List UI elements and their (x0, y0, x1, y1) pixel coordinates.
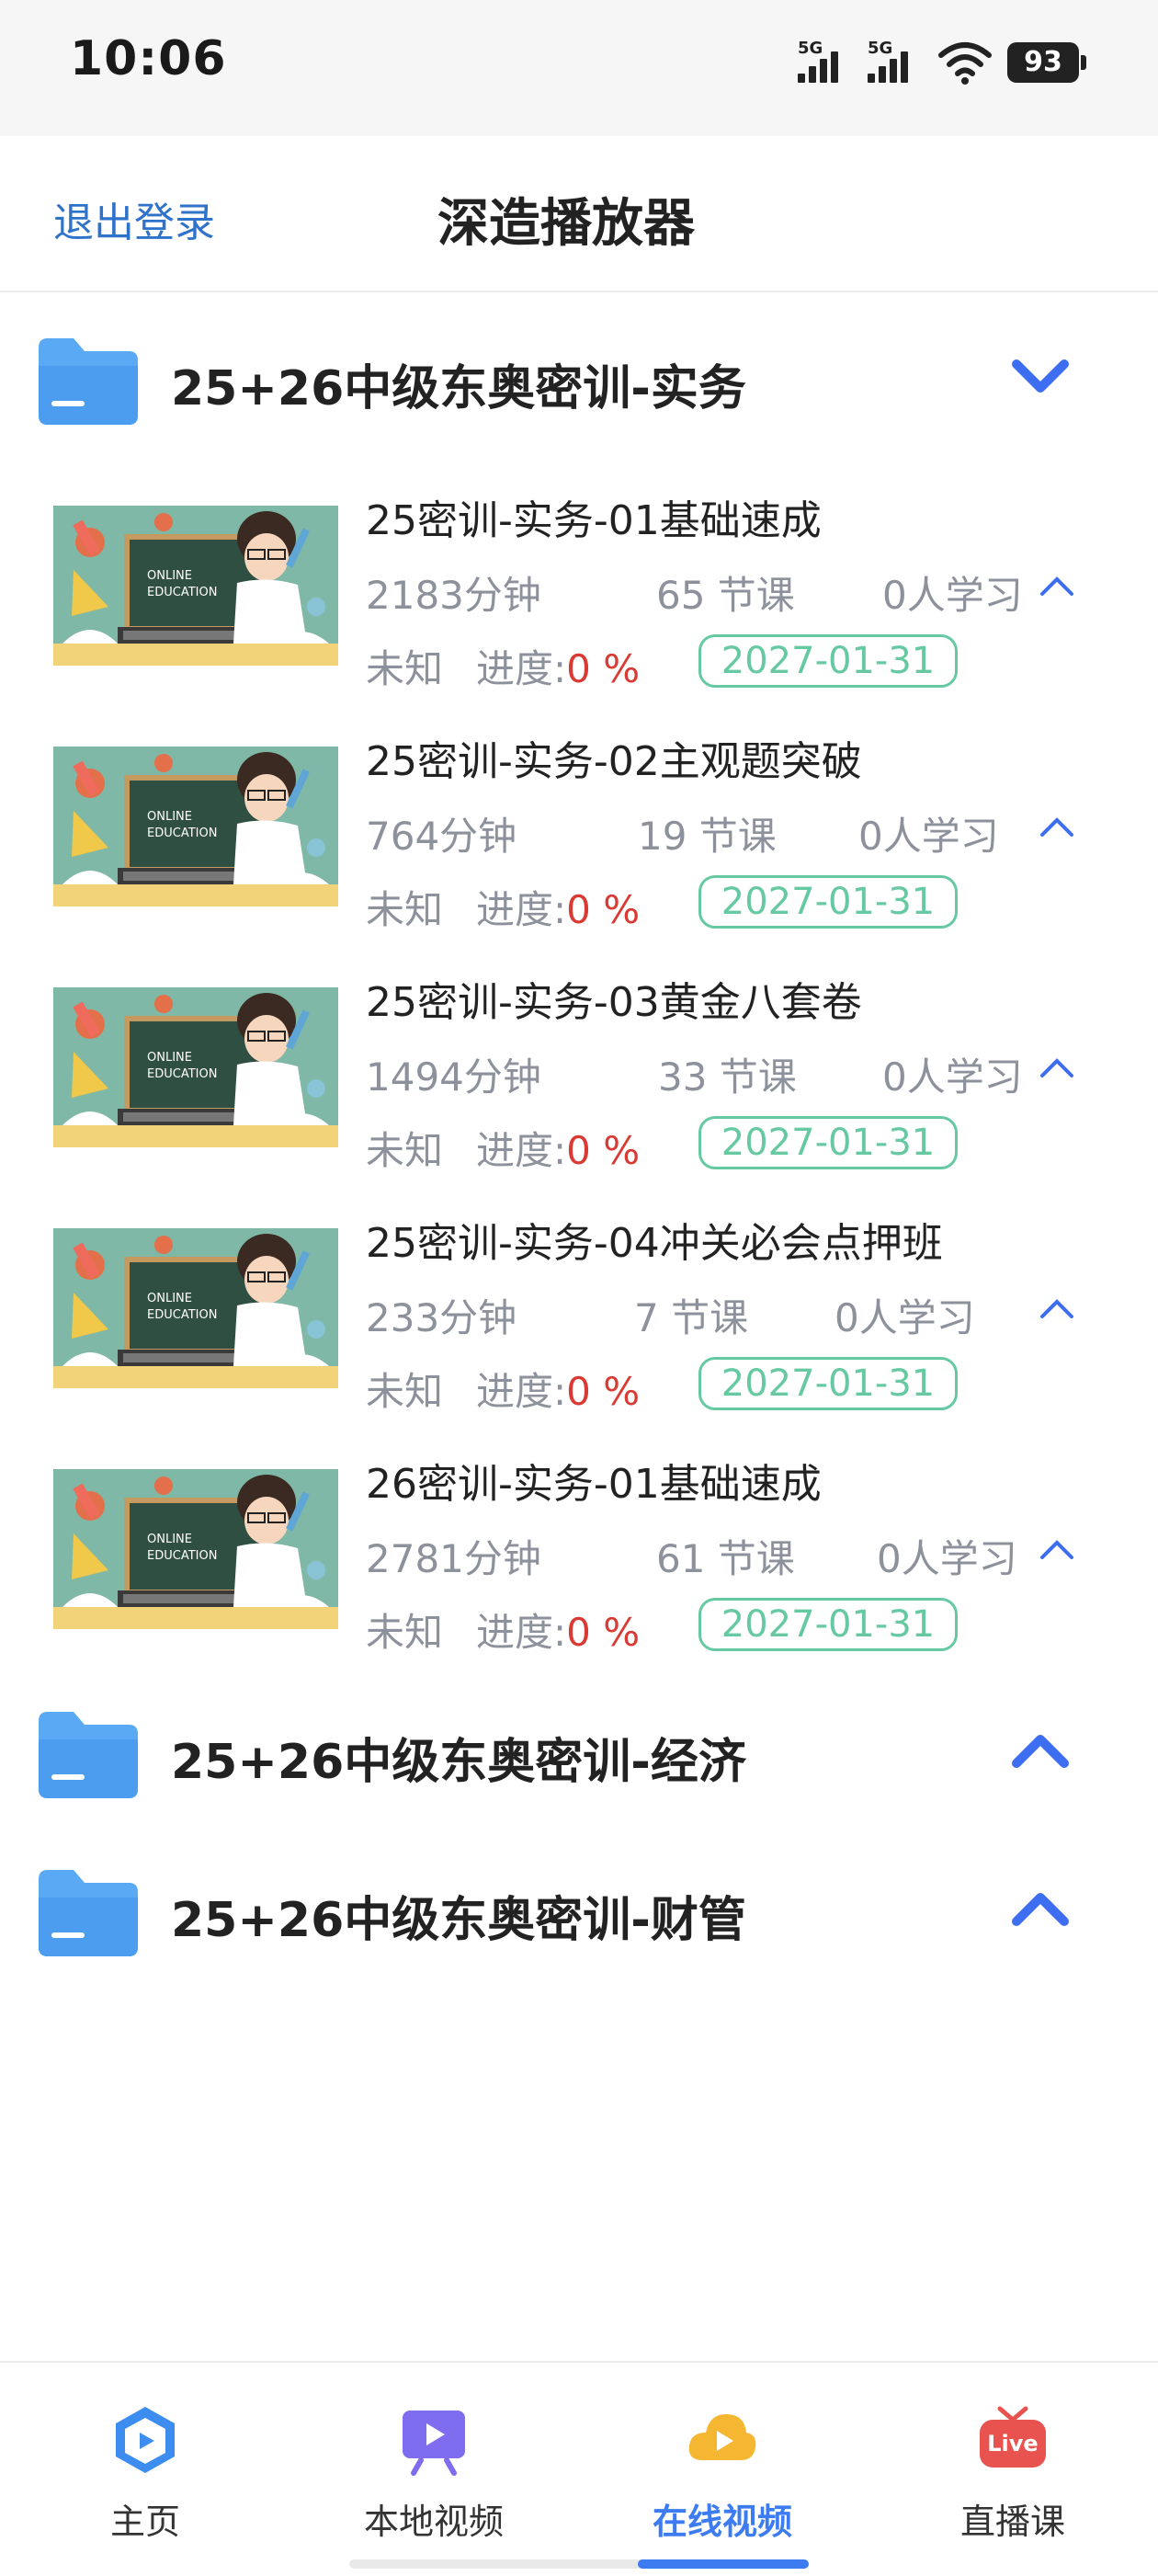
course-status: 未知 (366, 887, 444, 932)
tab-label: 直播课 (959, 2502, 1065, 2542)
course-duration: 2781分钟 (366, 1536, 541, 1581)
top-navigation-bar: 退出登录 深造播放器 (0, 136, 1158, 292)
expiry-date-badge: 2027-01-31 (698, 1116, 958, 1169)
course-thumbnail (53, 506, 338, 666)
progress-value: 0 % (566, 1128, 641, 1173)
chevron-down-icon[interactable] (1007, 351, 1073, 403)
progress-value: 0 % (566, 1610, 641, 1655)
progress-label: 进度: (476, 1128, 567, 1173)
expiry-date-badge: 2027-01-31 (698, 875, 958, 929)
course-title: 26密训-实务-01基础速成 (366, 1461, 822, 1508)
chevron-up-icon[interactable] (1039, 574, 1075, 599)
page-title: 深造播放器 (437, 194, 695, 254)
course-student-count: 0人学习 (834, 1295, 975, 1340)
tab-live[interactable]: Live 直播课 (912, 2403, 1114, 2544)
tab-label: 在线视频 (652, 2502, 792, 2542)
course-progress: 进度:0 % (476, 1361, 640, 1417)
progress-label: 进度: (476, 1369, 567, 1414)
expiry-date-badge: 2027-01-31 (698, 634, 958, 688)
status-icons: 5G 5G 93 (798, 35, 1086, 86)
progress-value: 0 % (566, 887, 641, 932)
course-title: 25密训-实务-02主观题突破 (366, 738, 862, 785)
course-status: 未知 (366, 1128, 444, 1173)
course-lesson-count: 65 节课 (656, 573, 795, 618)
course-lesson-count: 19 节课 (638, 814, 777, 859)
course-status: 未知 (366, 1369, 444, 1414)
course-progress: 进度:0 % (476, 1601, 640, 1658)
cloud-play-icon (688, 2414, 756, 2460)
logout-button[interactable]: 退出登录 (53, 189, 215, 248)
network-type-label: 5G (868, 39, 893, 58)
tab-local-video[interactable]: 本地视频 (333, 2403, 535, 2544)
course-thumbnail (53, 987, 338, 1147)
expiry-date-badge: 2027-01-31 (698, 1598, 958, 1651)
course-thumbnail (53, 747, 338, 906)
course-student-count: 0人学习 (882, 1054, 1023, 1100)
wifi-icon (938, 42, 992, 85)
course-progress: 进度:0 % (476, 879, 640, 935)
progress-label: 进度: (476, 887, 567, 932)
chevron-up-icon[interactable] (1039, 1537, 1075, 1563)
chevron-up-icon[interactable] (1039, 1296, 1075, 1322)
progress-value: 0 % (566, 646, 641, 691)
tab-home[interactable]: 主页 (44, 2403, 246, 2544)
progress-label: 进度: (476, 1610, 567, 1655)
course-group-header[interactable]: 25+26中级东奥密训-财管 (0, 1850, 1158, 1969)
tab-online-video[interactable]: 在线视频 (621, 2403, 823, 2544)
course-title: 25密训-实务-04冲关必会点押班 (366, 1220, 943, 1267)
home-shield-icon (116, 2407, 175, 2473)
course-item[interactable]: 25密训-实务-02主观题突破 764分钟 19 节课 0人学习 未知 进度:0… (0, 721, 1158, 962)
local-video-icon (403, 2411, 465, 2476)
course-duration: 1494分钟 (366, 1054, 541, 1100)
chevron-up-icon[interactable] (1039, 1055, 1075, 1081)
group-title: 25+26中级东奥密训-实务 (171, 361, 746, 416)
course-thumbnail (53, 1469, 338, 1629)
course-item[interactable]: 25密训-实务-04冲关必会点押班 233分钟 7 节课 0人学习 未知 进度:… (0, 1203, 1158, 1443)
course-duration: 2183分钟 (366, 573, 541, 618)
course-progress: 进度:0 % (476, 638, 640, 694)
course-status: 未知 (366, 1610, 444, 1655)
course-duration: 233分钟 (366, 1295, 517, 1340)
chevron-up-icon[interactable] (1007, 1725, 1073, 1776)
tab-label: 主页 (109, 2502, 180, 2542)
course-student-count: 0人学习 (877, 1536, 1017, 1581)
course-item[interactable]: 26密训-实务-01基础速成 2781分钟 61 节课 0人学习 未知 进度:0… (0, 1443, 1158, 1684)
folder-icon (39, 1870, 138, 1956)
progress-value: 0 % (566, 1369, 641, 1414)
course-lesson-count: 61 节课 (656, 1536, 795, 1581)
group-title: 25+26中级东奥密训-财管 (171, 1893, 746, 1948)
course-status: 未知 (366, 646, 444, 691)
chevron-up-icon[interactable] (1007, 1883, 1073, 1934)
bottom-tab-bar: 主页 本地视频 在线视频 Live 直播课 (0, 2361, 1158, 2576)
cellular-signal-icon: 5G (798, 39, 853, 86)
course-thumbnail (53, 1228, 338, 1388)
course-lesson-count: 33 节课 (658, 1054, 797, 1100)
course-lesson-count: 7 节课 (634, 1295, 749, 1340)
course-group-header[interactable]: 25+26中级东奥密训-实务 (0, 318, 1158, 438)
course-duration: 764分钟 (366, 814, 517, 859)
course-progress: 进度:0 % (476, 1120, 640, 1176)
cellular-signal-icon: 5G (868, 39, 923, 86)
battery-icon: 93 (1007, 42, 1086, 83)
live-tv-icon: Live (980, 2406, 1046, 2468)
status-bar: 10:06 5G 5G 93 (0, 0, 1158, 136)
course-title: 25密训-实务-03黄金八套卷 (366, 979, 862, 1026)
course-student-count: 0人学习 (858, 814, 999, 859)
tab-label: 本地视频 (363, 2502, 504, 2542)
home-indicator-active (638, 2559, 809, 2569)
network-type-label: 5G (798, 39, 823, 58)
course-item[interactable]: 25密训-实务-03黄金八套卷 1494分钟 33 节课 0人学习 未知 进度:… (0, 962, 1158, 1203)
group-title: 25+26中级东奥密训-经济 (171, 1735, 746, 1790)
progress-label: 进度: (476, 646, 567, 691)
expiry-date-badge: 2027-01-31 (698, 1357, 958, 1410)
course-group-header[interactable]: 25+26中级东奥密训-经济 (0, 1692, 1158, 1811)
course-item[interactable]: 25密训-实务-01基础速成 2183分钟 65 节课 0人学习 未知 进度:0… (0, 480, 1158, 721)
folder-icon (39, 1712, 138, 1798)
course-title: 25密训-实务-01基础速成 (366, 497, 822, 544)
svg-text:Live: Live (987, 2431, 1038, 2456)
chevron-up-icon[interactable] (1039, 815, 1075, 840)
folder-icon (39, 338, 138, 425)
course-student-count: 0人学习 (882, 573, 1023, 618)
status-time: 10:06 (70, 31, 227, 86)
